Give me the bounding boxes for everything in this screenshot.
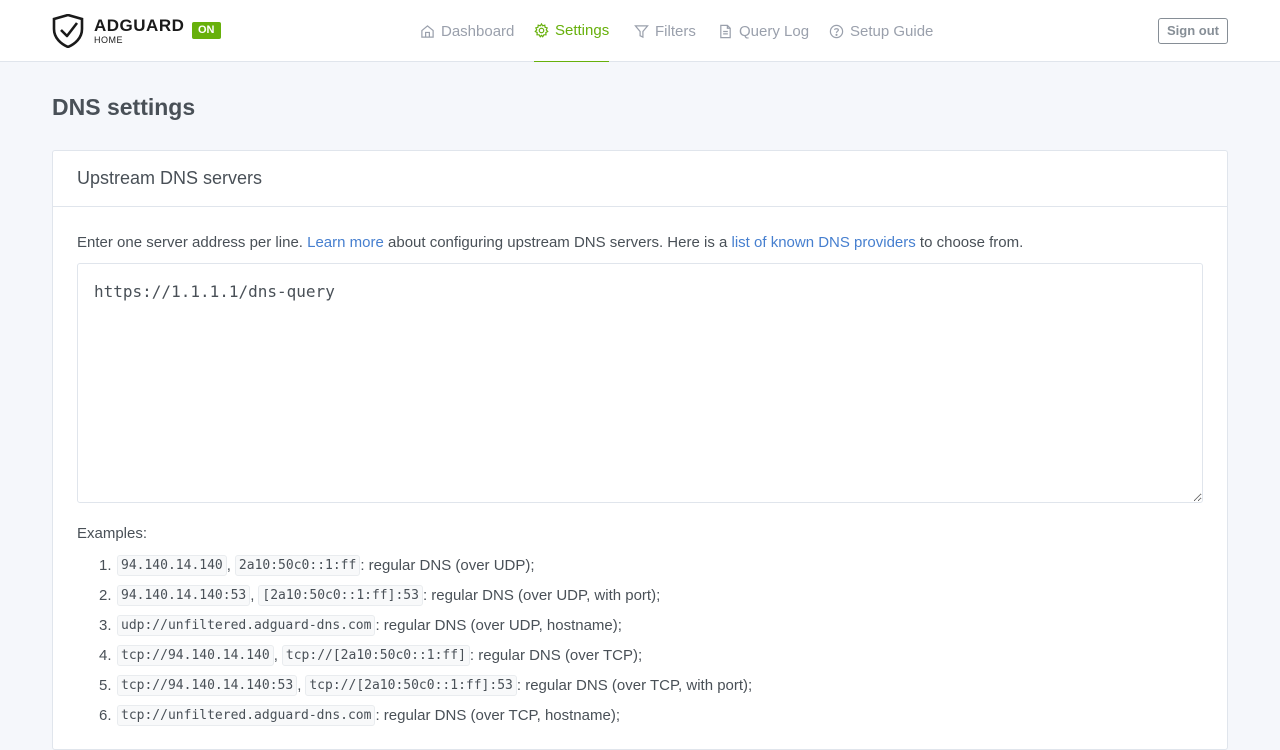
example-text: : regular DNS (over TCP, hostname); — [375, 706, 620, 724]
example-code: 2a10:50c0::1:ff — [234, 554, 361, 576]
nav-filters-label: Filters — [655, 22, 696, 40]
gear-icon — [534, 23, 549, 38]
example-code: tcp://unfiltered.adguard-dns.com — [117, 704, 376, 726]
card-title: Upstream DNS servers — [53, 151, 1227, 207]
example-item: 1. 94.140.14.140, 2a10:50c0::1:ff : regu… — [99, 554, 535, 576]
desc-pre: Enter one server address per line. — [77, 234, 303, 251]
upstream-dns-card: Upstream DNS servers Enter one server ad… — [52, 150, 1228, 750]
example-item: 3. udp://unfiltered.adguard-dns.com : re… — [99, 610, 1203, 640]
example-item: 5. tcp://94.140.14.140:53, tcp://[2a10:5… — [99, 674, 753, 696]
nav-dashboard[interactable]: Dashboard — [420, 0, 514, 62]
sign-out-button[interactable]: Sign out — [1158, 18, 1228, 44]
nav-dashboard-label: Dashboard — [441, 22, 515, 40]
example-code: 94.140.14.140:53 — [117, 584, 251, 606]
desc-mid: about configuring upstream DNS servers. … — [388, 234, 728, 251]
page-title: DNS settings — [52, 94, 196, 120]
example-code: tcp://[2a10:50c0::1:ff] — [281, 644, 470, 666]
nav-setup-guide[interactable]: Setup Guide — [829, 0, 933, 62]
filter-icon — [634, 24, 649, 38]
example-number: 2. — [99, 586, 112, 604]
example-text: : regular DNS (over UDP, with port); — [422, 586, 661, 604]
example-number: 6. — [99, 706, 112, 724]
examples-list: 1. 94.140.14.140, 2a10:50c0::1:ff : regu… — [77, 550, 1203, 730]
nav-settings[interactable]: Settings — [534, 0, 610, 62]
example-item: 2. 94.140.14.140:53, [2a10:50c0::1:ff]:5… — [99, 584, 661, 606]
home-icon — [421, 24, 434, 38]
nav-query-log-label: Query Log — [739, 22, 810, 40]
example-text: : regular DNS (over UDP, hostname); — [375, 616, 622, 634]
nav-setup-guide-label: Setup Guide — [850, 22, 934, 40]
example-item: 4. tcp://94.140.14.140, tcp://[2a10:50c0… — [99, 644, 643, 666]
example-code: tcp://[2a10:50c0::1:ff]:53 — [305, 674, 517, 696]
example-text: : regular DNS (over TCP, with port); — [516, 676, 753, 694]
example-number: 1. — [99, 556, 112, 574]
examples-title: Examples: — [77, 525, 148, 542]
example-text: : regular DNS (over UDP); — [360, 556, 535, 574]
example-number: 5. — [99, 676, 112, 694]
example-code: 94.140.14.140 — [117, 554, 227, 576]
nav-settings-label: Settings — [555, 22, 610, 39]
nav-query-log[interactable]: Query Log — [718, 0, 809, 62]
example-code: udp://unfiltered.adguard-dns.com — [117, 614, 376, 636]
example-code: [2a10:50c0::1:ff]:53 — [258, 584, 423, 606]
help-circle-icon — [829, 24, 844, 38]
example-number: 3. — [99, 616, 112, 634]
document-icon — [720, 24, 731, 38]
dns-providers-link[interactable]: list of known DNS providers — [732, 234, 916, 251]
example-item: 6. tcp://unfiltered.adguard-dns.com : re… — [99, 700, 1203, 730]
learn-more-link[interactable]: Learn more — [307, 234, 384, 251]
example-code: tcp://94.140.14.140 — [117, 644, 274, 666]
top-header: ADGUARD HOME ON Dashboard Settings Filte… — [0, 0, 1280, 62]
desc-post: to choose from. — [919, 234, 1024, 251]
upstream-description: Enter one server address per line. Learn… — [77, 233, 1203, 253]
upstream-servers-textarea[interactable]: https://1.1.1.1/dns-query — [77, 263, 1203, 503]
example-code: tcp://94.140.14.140:53 — [117, 674, 298, 696]
example-text: : regular DNS (over TCP); — [469, 646, 643, 664]
example-number: 4. — [99, 646, 112, 664]
nav-filters[interactable]: Filters — [634, 0, 696, 62]
main-nav: Dashboard Settings Filters Query Log Set… — [0, 0, 1280, 62]
